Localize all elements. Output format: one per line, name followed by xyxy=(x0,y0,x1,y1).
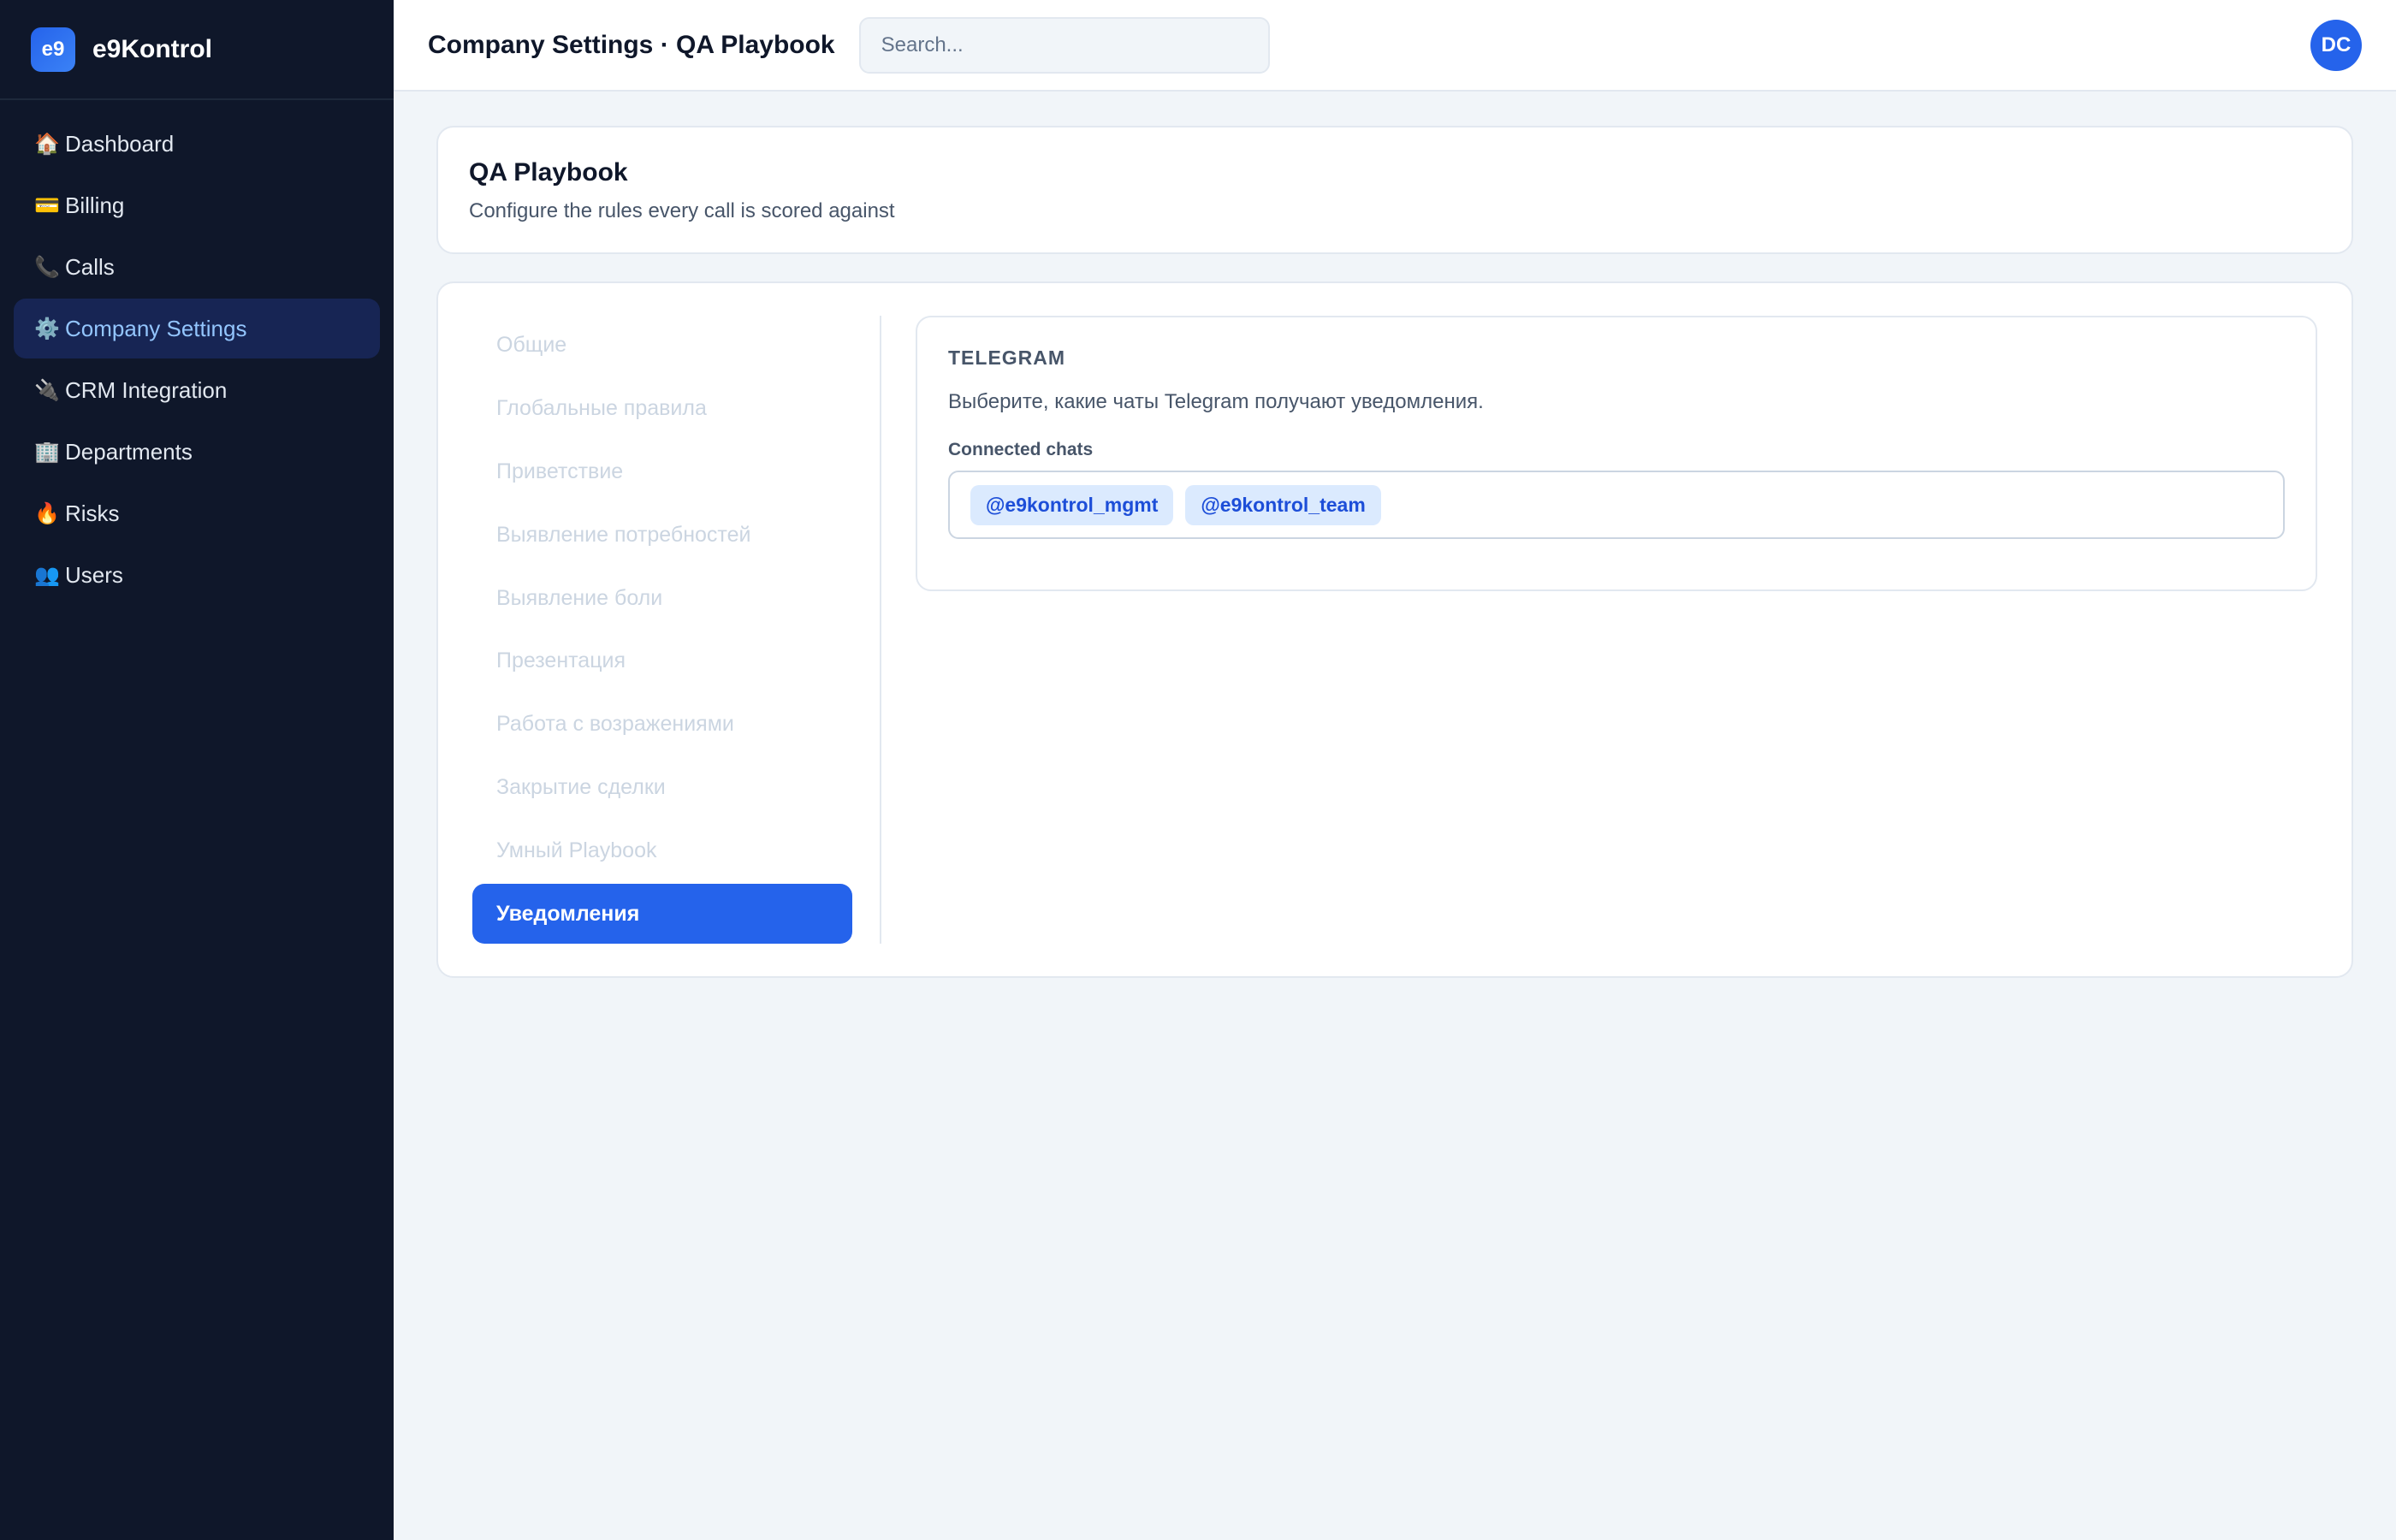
connected-chats-label: Connected chats xyxy=(948,440,1094,459)
telegram-panel-description: Выберите, какие чаты Telegram получают у… xyxy=(948,390,1484,413)
settings-card: Общие Глобальные правила Приветствие Выя… xyxy=(436,281,2353,978)
subnav-item-pain-discovery[interactable]: Выявление боли xyxy=(472,568,852,628)
phone-icon: 📞 xyxy=(34,255,60,279)
subnav-item-global-rules[interactable]: Глобальные правила xyxy=(472,379,852,439)
sidebar-item-label: Company Settings xyxy=(65,315,247,341)
telegram-panel-title: TELEGRAM xyxy=(948,346,1066,369)
subnav-item-general[interactable]: Общие xyxy=(472,316,852,376)
brand-name: e9Kontrol xyxy=(92,34,213,63)
sidebar-item-crm-integration[interactable]: 🔌 CRM Integration xyxy=(14,360,380,420)
sidebar-item-dashboard[interactable]: 🏠 Dashboard xyxy=(14,114,380,174)
content: QA Playbook Configure the rules every ca… xyxy=(394,92,2396,1012)
telegram-panel: TELEGRAM Выберите, какие чаты Telegram п… xyxy=(916,316,2317,591)
page-title: Company Settings · QA Playbook xyxy=(428,30,835,59)
subnav-item-presentation[interactable]: Презентация xyxy=(472,631,852,691)
sidebar-item-label: Dashboard xyxy=(65,130,175,157)
credit-card-icon: 💳 xyxy=(34,193,60,217)
subnav-item-objection-handling[interactable]: Работа с возражениями xyxy=(472,695,852,755)
settings-subnav: Общие Глобальные правила Приветствие Выя… xyxy=(472,316,881,944)
office-building-icon: 🏢 xyxy=(34,440,60,464)
app: e9 e9Kontrol 🏠 Dashboard 💳 Billing 📞 Cal… xyxy=(0,0,2396,1540)
subnav-item-notifications[interactable]: Уведомления xyxy=(472,884,852,944)
users-icon: 👥 xyxy=(34,563,60,587)
search-input[interactable] xyxy=(858,16,1270,74)
topbar: Company Settings · QA Playbook DC xyxy=(394,0,2396,92)
sidebar-item-users[interactable]: 👥 Users xyxy=(14,545,380,605)
sidebar-nav: 🏠 Dashboard 💳 Billing 📞 Calls ⚙️ Company… xyxy=(0,100,394,619)
sidebar-item-risks[interactable]: 🔥 Risks xyxy=(14,483,380,543)
playbook-header-card: QA Playbook Configure the rules every ca… xyxy=(436,126,2353,254)
sidebar-item-label: Calls xyxy=(65,253,115,280)
brand-logo: e9 xyxy=(31,27,75,72)
avatar[interactable]: DC xyxy=(2310,19,2362,71)
sidebar: e9 e9Kontrol 🏠 Dashboard 💳 Billing 📞 Cal… xyxy=(0,0,394,1540)
sidebar-item-calls[interactable]: 📞 Calls xyxy=(14,237,380,297)
subnav-item-greeting[interactable]: Приветствие xyxy=(472,442,852,502)
chat-chip[interactable]: @e9kontrol_mgmt xyxy=(970,484,1174,525)
brand: e9 e9Kontrol xyxy=(0,0,394,100)
sidebar-item-departments[interactable]: 🏢 Departments xyxy=(14,422,380,482)
sidebar-item-billing[interactable]: 💳 Billing xyxy=(14,175,380,235)
plug-icon: 🔌 xyxy=(34,378,60,402)
gear-icon: ⚙️ xyxy=(34,317,60,341)
sidebar-item-company-settings[interactable]: ⚙️ Company Settings xyxy=(14,299,380,358)
main: Company Settings · QA Playbook DC QA Pla… xyxy=(394,0,2396,1540)
fire-icon: 🔥 xyxy=(34,501,60,525)
subnav-item-deal-closing[interactable]: Закрытие сделки xyxy=(472,758,852,818)
sidebar-item-label: Billing xyxy=(65,192,125,218)
subnav-item-needs-discovery[interactable]: Выявление потребностей xyxy=(472,505,852,565)
sidebar-item-label: CRM Integration xyxy=(65,376,228,403)
sidebar-item-label: Departments xyxy=(65,438,193,465)
sidebar-item-label: Users xyxy=(65,561,123,588)
playbook-title: QA Playbook xyxy=(469,158,628,187)
connected-chats-field[interactable]: @e9kontrol_mgmt @e9kontrol_team xyxy=(948,471,2285,539)
sidebar-item-label: Risks xyxy=(65,500,120,526)
playbook-subtitle: Configure the rules every call is scored… xyxy=(469,199,895,222)
subnav-item-smart-playbook[interactable]: Умный Playbook xyxy=(472,820,852,880)
house-icon: 🏠 xyxy=(34,132,60,156)
chat-chip[interactable]: @e9kontrol_team xyxy=(1185,484,1381,525)
